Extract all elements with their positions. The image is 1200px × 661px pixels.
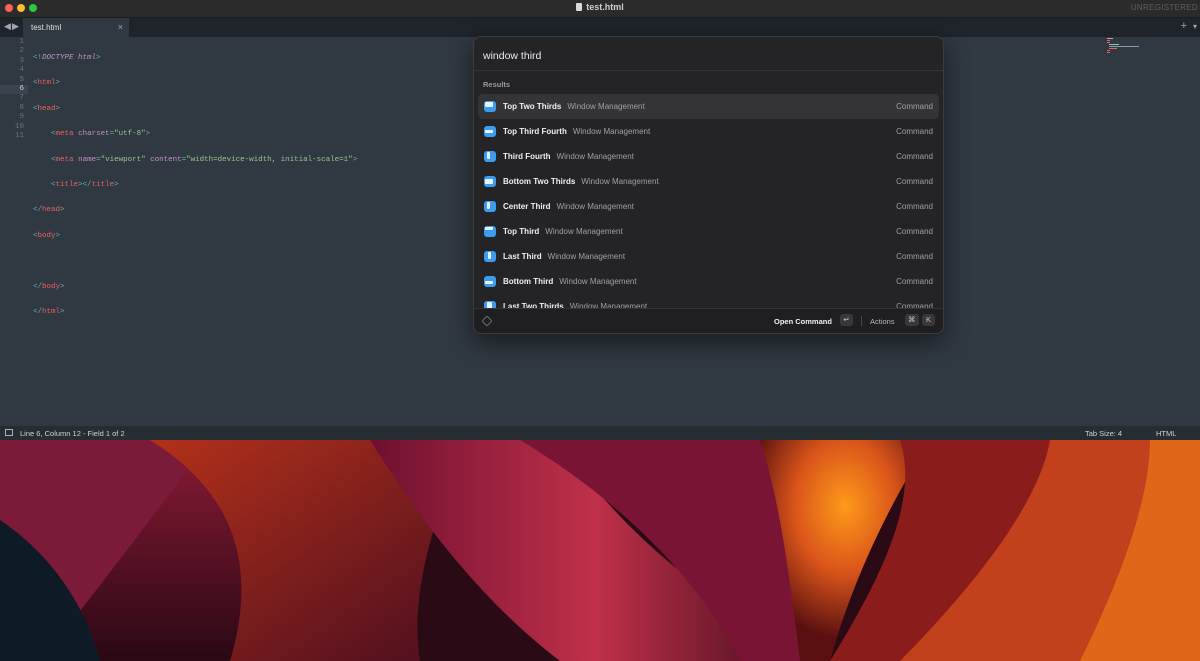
minimap[interactable] <box>1107 38 1147 54</box>
result-title: Third Fourth Window Management <box>503 152 634 161</box>
window-title: test.html <box>0 2 1200 12</box>
result-subtitle: Window Management <box>567 102 645 111</box>
window-layout-icon <box>484 101 496 112</box>
footer-divider <box>861 316 862 326</box>
tab-test-html[interactable]: test.html × <box>23 18 129 37</box>
result-subtitle: Window Management <box>545 227 623 236</box>
result-row[interactable]: Last Two Thirds Window Management Command <box>478 294 939 308</box>
window-layout-icon <box>484 251 496 262</box>
palette-footer: Open Command ↵ Actions ⌘ K <box>474 308 943 333</box>
line-number-active: 6 <box>19 84 24 93</box>
result-title: Top Two Thirds Window Management <box>503 102 645 111</box>
cursor-position: Line 6, Column 12 - Field 1 of 2 <box>20 429 125 438</box>
result-row[interactable]: Bottom Third Window Management Command <box>478 269 939 294</box>
result-row[interactable]: Third Fourth Window Management Command <box>478 144 939 169</box>
result-subtitle: Window Management <box>572 127 651 136</box>
open-command-button[interactable]: Open Command <box>774 317 832 326</box>
line-number: 5 <box>19 75 24 84</box>
title-bar: test.html UNREGISTERED <box>0 0 1200 18</box>
search-input[interactable] <box>483 50 923 62</box>
result-title: Top Third Window Management <box>503 227 623 236</box>
result-title: Last Third Window Management <box>503 252 625 261</box>
raycast-logo-icon <box>481 315 493 327</box>
result-type: Command <box>896 227 933 236</box>
command-palette: Results Top Two ThirdsWindow ManagementC… <box>473 36 944 334</box>
result-title: Top Third Fourth Window Management <box>503 127 650 136</box>
result-type: Command <box>896 177 933 186</box>
result-row[interactable]: Top Third Fourth Window Management Command <box>478 119 939 144</box>
window-layout-icon <box>484 126 496 137</box>
syntax-selector[interactable]: HTML <box>1156 429 1176 438</box>
window-layout-icon <box>484 226 496 237</box>
result-subtitle: Window Management <box>547 252 626 261</box>
result-title: Center Third Window Management <box>503 202 634 211</box>
result-row[interactable]: Bottom Two Thirds Window Management Comman… <box>478 169 939 194</box>
back-arrow-icon[interactable]: ◀ <box>4 21 11 32</box>
result-row[interactable]: Center Third Window Management Command <box>478 194 939 219</box>
panel-toggle-icon[interactable] <box>5 429 13 436</box>
tab-close-icon[interactable]: × <box>118 22 123 32</box>
line-number: 8 <box>19 103 24 112</box>
window-layout-icon <box>484 176 496 187</box>
line-number: 7 <box>19 94 24 103</box>
result-title: Bottom Third Window Management <box>503 277 637 286</box>
result-type: Command <box>896 102 933 111</box>
forward-arrow-icon[interactable]: ▶ <box>12 21 19 32</box>
result-title-text: Bottom Two Thirds <box>503 177 576 186</box>
result-row[interactable]: Last Third Window Management Command <box>478 244 939 269</box>
line-number: 3 <box>19 56 24 65</box>
line-number: 2 <box>19 47 24 56</box>
result-subtitle: Window Management <box>556 152 634 161</box>
window-layout-icon <box>484 301 496 308</box>
result-row[interactable]: Top Two Thirds Window Management Command <box>478 94 939 119</box>
result-title-text: Third Fourth <box>503 152 551 161</box>
results-list: Top Two Thirds Window Management Command To… <box>478 94 939 308</box>
result-title-text: Top Two Thirds <box>503 102 562 111</box>
result-type: Command <box>896 252 933 261</box>
result-title-text: Center Third <box>503 202 551 211</box>
line-number: 1 <box>19 38 24 46</box>
result-type: Command <box>896 202 933 211</box>
window-layout-icon <box>484 201 496 212</box>
unregistered-label: UNREGISTERED <box>1130 3 1198 12</box>
file-icon <box>576 3 583 11</box>
window-title-text: test.html <box>586 2 624 12</box>
enter-key-icon: ↵ <box>840 314 853 326</box>
result-type: Command <box>896 152 933 161</box>
k-key-icon: K <box>922 314 935 326</box>
result-subtitle: Window Management <box>559 277 637 286</box>
result-type: Command <box>896 277 933 286</box>
actions-button[interactable]: Actions <box>870 317 895 326</box>
window-layout-icon <box>484 276 496 287</box>
tab-bar: ◀ ▶ test.html × + ▾ <box>0 18 1200 37</box>
results-section-label: Results <box>483 80 511 89</box>
new-tab-icon[interactable]: + <box>1181 20 1187 32</box>
result-title-text: Last Third <box>503 252 542 261</box>
line-number: 10 <box>14 122 24 131</box>
line-number: 9 <box>19 113 24 122</box>
result-title-text: Top Third Fourth <box>503 127 567 136</box>
tab-menu-icon[interactable]: ▾ <box>1193 22 1197 31</box>
line-number: 4 <box>19 66 24 75</box>
result-title: Bottom Two Thirds Window Management <box>503 177 659 186</box>
result-title-text: Bottom Third <box>503 277 554 286</box>
tab-size-selector[interactable]: Tab Size: 4 <box>1085 429 1122 438</box>
result-type: Command <box>896 127 933 136</box>
result-title-text: Top Third <box>503 227 540 236</box>
window-layout-icon <box>484 151 496 162</box>
result-subtitle: Window Management <box>581 177 659 186</box>
tab-label: test.html <box>31 23 62 32</box>
search-bar <box>474 37 943 71</box>
line-number-gutter: 1 2 3 4 5 6 7 8 9 10 11 <box>0 38 24 141</box>
command-key-icon: ⌘ <box>905 314 919 326</box>
result-subtitle: Window Management <box>556 202 634 211</box>
result-row[interactable]: Top Third Window Management Command <box>478 219 939 244</box>
line-number: 11 <box>14 131 24 140</box>
status-bar: Line 6, Column 12 - Field 1 of 2 Tab Siz… <box>0 426 1200 440</box>
